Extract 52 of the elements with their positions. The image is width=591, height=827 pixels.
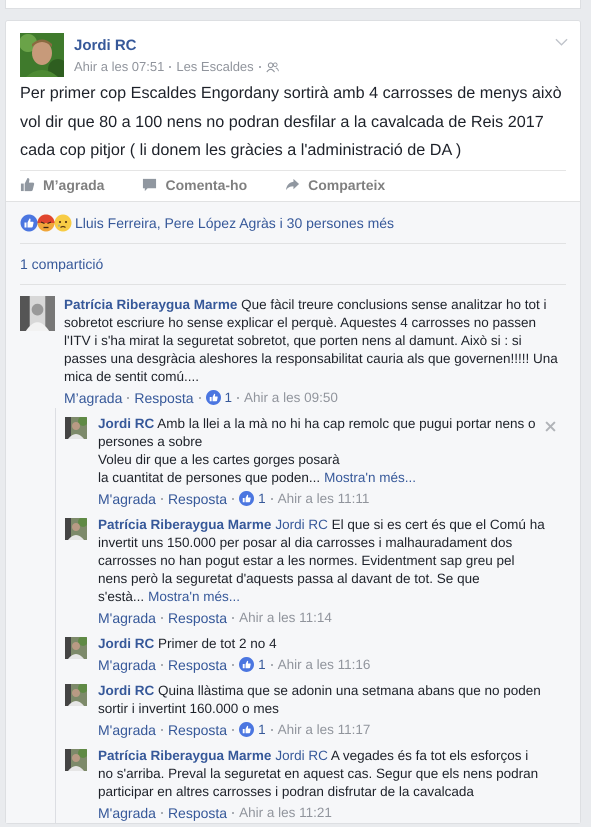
mention-link[interactable]: Jordi RC [275, 516, 328, 532]
author-link[interactable]: Jordi RC [98, 416, 154, 430]
like-count[interactable]: 1 [224, 388, 232, 406]
reply-text: Jordi RC Primer de tot 2 no 4 [98, 634, 278, 652]
thumbs-up-icon [20, 177, 35, 192]
comment-button[interactable]: Comenta-ho [142, 172, 248, 196]
like-link[interactable]: M’agrada [64, 388, 122, 406]
like-link[interactable]: M'agrada [98, 608, 156, 626]
like-link[interactable]: M'agrada [98, 720, 156, 738]
reply-link[interactable]: Resposta [168, 804, 228, 822]
close-icon[interactable] [545, 420, 556, 432]
author-link[interactable]: Patrícia Riberaygua Marme [98, 748, 272, 762]
reply-text: Jordi RC Amb la llei a la mà no hi ha cap remolc que pugui portar nens o persones a sobre Voleu dir que a les cartes gorges posarà la cuantitat de persones que poden... Mostra'n més... [98, 414, 536, 486]
reply-link[interactable]: Resposta [168, 720, 228, 738]
like-icon [206, 390, 221, 405]
speech-bubble-icon [142, 177, 158, 192]
like-icon [239, 491, 254, 506]
reply-text: Patrícia Riberaygua Marme Jordi RC A vegades és fa tot els esforços i no s'arriba. Preval la seguretat en aquest cas. Segur que els nens podran participar en altres carrosses i podran disfrutar de la cavalcada [98, 746, 540, 800]
post-text: Per primer cop Escaldes Engordany sortirà amb 4 carrosses de menys això vol dir que 80 a 100 nens no podran desfilar a la cavalcada de Reis 2017 cada cop pitjor ( li donem les gràcies a l'administració de DA ) [20, 83, 563, 161]
share-arrow-icon [285, 177, 300, 192]
like-icon [239, 722, 254, 737]
author-link[interactable]: Patrícia Riberaygua Marme [98, 516, 272, 532]
reply-link[interactable]: Resposta [168, 656, 228, 674]
reactions-link[interactable]: Lluis Ferreira, Pere López Agràs i 30 persones més [75, 214, 394, 230]
share-button[interactable]: Comparteix [285, 172, 386, 196]
friends-icon[interactable] [266, 62, 279, 72]
comment-text: Patrícia Riberaygua Marme Que fàcil treure conclusions sense analitzar ho tot i sobretot escriure ho sense explicar el perquè. Aquestes 4 carrosses no passen l'ITV i s'ha mirat la seguretat sobretot, que porten nens al damunt. Això si : si passes una desgràcia aleshores la responsabilitat cauria als que governen!!!!! Una mica de sentit comú.... [64, 296, 559, 386]
like-button[interactable]: M’agrada [20, 172, 104, 196]
like-count[interactable]: 1 [258, 490, 266, 508]
shares-link[interactable]: 1 compartició [20, 256, 104, 272]
reply-text: Jordi RC Quina llàstima que se adonin una setmana abans que no poden sortir i invertint 160.000 o mes [98, 682, 542, 718]
like-count[interactable]: 1 [258, 720, 266, 738]
sad-face-icon [54, 214, 72, 232]
like-count[interactable]: 1 [258, 656, 266, 674]
author-link[interactable]: Patrícia Riberaygua Marme [64, 296, 238, 312]
reply-link[interactable]: Resposta [134, 388, 194, 406]
like-link[interactable]: M'agrada [98, 656, 156, 674]
like-icon [239, 657, 254, 672]
see-more-link[interactable]: Mostra'n més... [324, 470, 416, 484]
author-link[interactable]: Jordi RC [98, 682, 154, 698]
angry-face-icon [37, 214, 55, 232]
author-link[interactable]: Jordi RC [98, 636, 154, 650]
author-link[interactable]: Jordi RC [74, 35, 279, 57]
reply-text: Patrícia Riberaygua Marme Jordi RC El que si es cert és que el Comú ha invertit uns 150.000 per posar al dia carrosses i malhauradament dos carrosses no han pogut estar a les normes. Evidentment sap greu pel nens però la seguretat d'aquests passa al davant de tot. Se que s'està... Mostra'n més... [98, 516, 545, 606]
reply-link[interactable]: Resposta [168, 608, 228, 626]
see-more-link[interactable]: Mostra'n més... [148, 588, 240, 604]
mention-link[interactable]: Jordi RC [275, 748, 328, 762]
reply-link[interactable]: Resposta [168, 490, 228, 508]
like-link[interactable]: M'agrada [98, 490, 156, 508]
like-reaction-icon [20, 214, 38, 232]
like-link[interactable]: M'agrada [98, 804, 156, 822]
chevron-icon[interactable] [555, 38, 568, 47]
